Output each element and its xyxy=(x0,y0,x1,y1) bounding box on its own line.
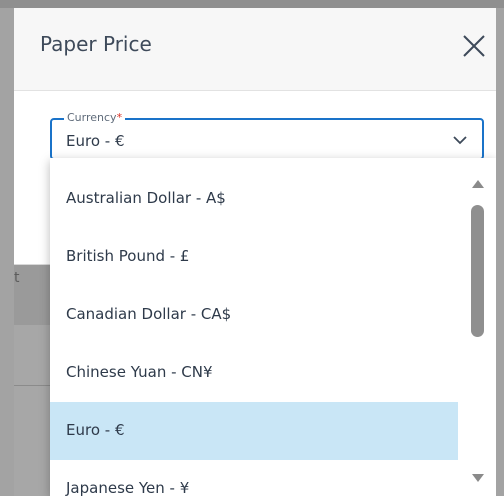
currency-option-japanese-yen[interactable]: Japanese Yen - ¥ xyxy=(50,460,458,496)
scrollbar-thumb[interactable] xyxy=(471,205,484,337)
obscured-text-fragment: t xyxy=(14,270,20,286)
currency-option-chinese-yuan[interactable]: Chinese Yuan - CN¥ xyxy=(50,344,458,402)
close-icon xyxy=(463,35,485,57)
close-button[interactable] xyxy=(460,32,488,60)
option-label: Euro - € xyxy=(66,421,125,439)
backdrop-right xyxy=(496,8,504,496)
currency-label: Currency* xyxy=(64,111,126,125)
scroll-up-arrow-icon[interactable] xyxy=(472,180,484,188)
scroll-down-arrow-icon[interactable] xyxy=(472,474,484,482)
option-label: Australian Dollar - A$ xyxy=(66,189,226,207)
option-label: Canadian Dollar - CA$ xyxy=(66,305,232,323)
dialog-title: Paper Price xyxy=(40,32,152,56)
option-label: Chinese Yuan - CN¥ xyxy=(66,363,213,381)
chevron-down-icon[interactable] xyxy=(452,132,468,148)
currency-option-australian-dollar[interactable]: Australian Dollar - A$ xyxy=(50,170,458,228)
option-label: Japanese Yen - ¥ xyxy=(66,479,190,496)
option-label: British Pound - £ xyxy=(66,247,190,265)
paper-price-dialog: Paper Price t Currency* Euro - € Austral… xyxy=(14,8,496,496)
currency-option-canadian-dollar[interactable]: Canadian Dollar - CA$ xyxy=(50,286,458,344)
dialog-header: Paper Price xyxy=(14,8,496,91)
currency-label-text: Currency xyxy=(67,111,117,124)
currency-select[interactable]: Currency* Euro - € xyxy=(50,111,484,160)
currency-option-euro[interactable]: Euro - € xyxy=(50,402,458,460)
dropdown-scrollbar[interactable] xyxy=(458,158,496,496)
required-marker: * xyxy=(116,111,123,124)
backdrop-top xyxy=(0,0,504,8)
currency-dropdown-list[interactable]: Australian Dollar - A$ British Pound - £… xyxy=(50,158,496,496)
currency-option-british-pound[interactable]: British Pound - £ xyxy=(50,228,458,286)
currency-select-value: Euro - € xyxy=(66,132,125,150)
backdrop-left xyxy=(0,8,14,496)
